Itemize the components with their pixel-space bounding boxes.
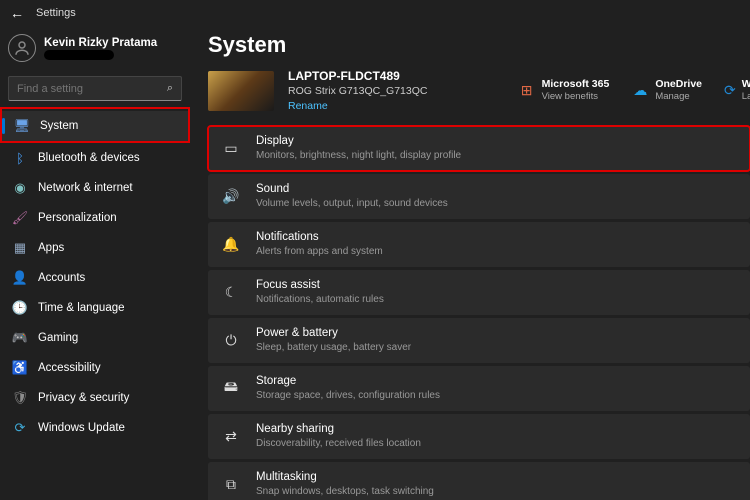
sidebar-item-label: Accounts <box>38 272 85 284</box>
service-title: Wi <box>742 78 750 91</box>
item-title: Focus assist <box>256 278 384 294</box>
display-icon: ▭ <box>222 140 240 157</box>
network-internet-icon: ◉ <box>12 180 28 196</box>
sidebar-item-label: Gaming <box>38 332 78 344</box>
power-battery-icon: ⏻ <box>222 332 240 349</box>
search-icon: ⌕ <box>167 82 173 95</box>
sidebar-item-label: Apps <box>38 242 64 254</box>
sidebar-item-system[interactable]: 🖥 System <box>2 111 188 141</box>
sidebar-nav: 🖥 System <box>2 111 188 141</box>
sidebar-item-windows-update[interactable]: ⟳ Windows Update <box>0 413 190 443</box>
settings-item-notifications[interactable]: 🔔 NotificationsAlerts from apps and syste… <box>208 222 750 267</box>
profile[interactable]: Kevin Rizky Pratama <box>0 30 190 68</box>
item-title: Notifications <box>256 230 383 246</box>
sidebar-item-privacy-security[interactable]: 🛡 Privacy & security <box>0 383 190 413</box>
service-wi[interactable]: ⟳ WiLas <box>724 78 750 103</box>
storage-icon: 🖴 <box>222 376 240 400</box>
item-title: Sound <box>256 182 448 198</box>
avatar-icon <box>8 34 36 62</box>
settings-item-focus-assist[interactable]: ☾ Focus assistNotifications, automatic ru… <box>208 270 750 315</box>
service-microsoft-[interactable]: ⊞ Microsoft 365View benefits <box>518 78 610 103</box>
settings-item-storage[interactable]: 🖴 StorageStorage space, drives, configura… <box>208 366 750 411</box>
bluetooth-devices-icon: ᛒ <box>12 150 28 166</box>
device-image <box>208 71 274 111</box>
search-input-container[interactable]: ⌕ <box>8 76 182 101</box>
item-title: Nearby sharing <box>256 422 421 438</box>
item-title: Storage <box>256 374 440 390</box>
sidebar-item-label: Privacy & security <box>38 392 129 404</box>
sidebar-item-label: Time & language <box>38 302 125 314</box>
settings-item-power-battery[interactable]: ⏻ Power & batterySleep, battery usage, ba… <box>208 318 750 363</box>
sidebar-item-apps[interactable]: ▦ Apps <box>0 233 190 263</box>
accessibility-icon: ♿ <box>12 360 28 376</box>
rename-link[interactable]: Rename <box>288 99 427 113</box>
settings-item-display[interactable]: ▭ DisplayMonitors, brightness, night ligh… <box>208 126 750 171</box>
device-model: ROG Strix G713QC_G713QC <box>288 84 427 98</box>
accounts-icon: 👤 <box>12 270 28 286</box>
notifications-icon: 🔔 <box>222 236 240 253</box>
service-sub: Las <box>742 91 750 103</box>
device-name: LAPTOP-FLDCT489 <box>288 68 427 84</box>
personalization-icon: 🖌 <box>12 210 28 226</box>
item-sub: Alerts from apps and system <box>256 245 383 259</box>
sidebar-item-label: System <box>40 120 78 132</box>
sidebar-item-label: Personalization <box>38 212 117 224</box>
service-sub: Manage <box>655 91 702 103</box>
focus-assist-icon: ☾ <box>222 284 240 301</box>
service-icon: ☁ <box>631 82 649 100</box>
settings-item-multitasking[interactable]: ⧉ MultitaskingSnap windows, desktops, tas… <box>208 462 750 500</box>
sidebar-item-accounts[interactable]: 👤 Accounts <box>0 263 190 293</box>
item-sub: Notifications, automatic rules <box>256 293 384 307</box>
service-icon: ⟳ <box>724 82 736 100</box>
sidebar-item-network-internet[interactable]: ◉ Network & internet <box>0 173 190 203</box>
item-sub: Discoverability, received files location <box>256 437 421 451</box>
settings-item-nearby-sharing[interactable]: ⇄ Nearby sharingDiscoverability, received… <box>208 414 750 459</box>
apps-icon: ▦ <box>12 240 28 256</box>
app-title: Settings <box>36 7 76 19</box>
back-icon[interactable]: ← <box>10 5 24 21</box>
sidebar-item-personalization[interactable]: 🖌 Personalization <box>0 203 190 233</box>
item-title: Display <box>256 134 461 150</box>
item-sub: Storage space, drives, configuration rul… <box>256 389 440 403</box>
gaming-icon: 🎮 <box>12 330 28 346</box>
profile-email-redacted <box>44 50 114 60</box>
search-input[interactable] <box>17 83 150 95</box>
item-sub: Monitors, brightness, night light, displ… <box>256 149 461 163</box>
item-sub: Sleep, battery usage, battery saver <box>256 341 411 355</box>
service-title: Microsoft 365 <box>542 78 610 91</box>
sidebar-item-time-language[interactable]: 🕒 Time & language <box>0 293 190 323</box>
privacy-security-icon: 🛡 <box>12 390 28 406</box>
sidebar-item-gaming[interactable]: 🎮 Gaming <box>0 323 190 353</box>
sidebar-item-label: Windows Update <box>38 422 125 434</box>
service-sub: View benefits <box>542 91 610 103</box>
page-title: System <box>208 32 750 58</box>
service-onedrive[interactable]: ☁ OneDriveManage <box>631 78 702 103</box>
settings-item-sound[interactable]: 🔊 SoundVolume levels, output, input, soun… <box>208 174 750 219</box>
service-title: OneDrive <box>655 78 702 91</box>
profile-name: Kevin Rizky Pratama <box>44 37 157 49</box>
item-title: Power & battery <box>256 326 411 342</box>
sidebar-item-bluetooth-devices[interactable]: ᛒ Bluetooth & devices <box>0 143 190 173</box>
item-sub: Volume levels, output, input, sound devi… <box>256 197 448 211</box>
sidebar-item-label: Bluetooth & devices <box>38 152 140 164</box>
time-language-icon: 🕒 <box>12 300 28 316</box>
sidebar-item-label: Accessibility <box>38 362 101 374</box>
sidebar-item-accessibility[interactable]: ♿ Accessibility <box>0 353 190 383</box>
item-title: Multitasking <box>256 470 434 486</box>
windows-update-icon: ⟳ <box>12 420 28 436</box>
service-icon: ⊞ <box>518 82 536 100</box>
sound-icon: 🔊 <box>222 188 240 205</box>
item-sub: Snap windows, desktops, task switching <box>256 485 434 499</box>
system-icon: 🖥 <box>14 118 30 134</box>
nearby-sharing-icon: ⇄ <box>222 428 240 445</box>
multitasking-icon: ⧉ <box>222 476 240 493</box>
sidebar-item-label: Network & internet <box>38 182 133 194</box>
